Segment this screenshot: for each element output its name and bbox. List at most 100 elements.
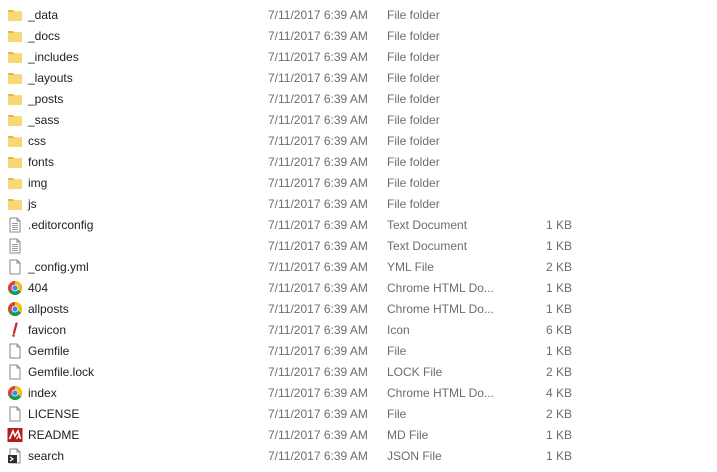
file-row[interactable]: allposts 7/11/2017 6:39 AM Chrome HTML Do.… — [0, 299, 717, 320]
file-size: 2 KB — [545, 407, 572, 421]
file-type: File folder — [387, 8, 440, 22]
file-row[interactable]: js 7/11/2017 6:39 AM File folder — [0, 194, 717, 215]
folder-icon — [7, 70, 23, 86]
folder-icon — [7, 7, 23, 23]
file-name: _sass — [28, 113, 60, 127]
file-date-modified: 7/11/2017 6:39 AM — [268, 323, 368, 337]
file-date-modified: 7/11/2017 6:39 AM — [268, 176, 368, 190]
file-type: YML File — [387, 260, 434, 274]
folder-icon — [7, 91, 23, 107]
file-name: img — [28, 176, 48, 190]
folder-icon — [7, 175, 23, 191]
file-type: MD File — [387, 428, 429, 442]
file-name: LICENSE — [28, 407, 80, 421]
file-row[interactable]: _data 7/11/2017 6:39 AM File folder — [0, 5, 717, 26]
file-date-modified: 7/11/2017 6:39 AM — [268, 155, 368, 169]
file-name: _data — [28, 8, 59, 22]
file-date-modified: 7/11/2017 6:39 AM — [268, 302, 368, 316]
file-row[interactable]: index 7/11/2017 6:39 AM Chrome HTML Do... 4… — [0, 383, 717, 404]
file-name: README — [28, 428, 80, 442]
folder-icon — [7, 196, 23, 212]
file-name: 404 — [28, 281, 49, 295]
file-size: 1 KB — [545, 218, 572, 232]
file-type: File folder — [387, 197, 440, 211]
file-type: File folder — [387, 113, 440, 127]
text-document-icon — [7, 217, 23, 233]
json-file-icon — [7, 448, 23, 464]
folder-icon — [7, 133, 23, 149]
file-name: _docs — [28, 29, 61, 43]
file-size: 2 KB — [545, 365, 572, 379]
file-date-modified: 7/11/2017 6:39 AM — [268, 218, 368, 232]
file-row[interactable]: _docs 7/11/2017 6:39 AM File folder — [0, 26, 717, 47]
chrome-icon — [7, 301, 23, 317]
file-row[interactable]: 7/11/2017 6:39 AM Text Document 1 KB — [0, 236, 717, 257]
folder-icon — [7, 112, 23, 128]
file-row[interactable]: favicon 7/11/2017 6:39 AM Icon 6 KB — [0, 320, 717, 341]
blank-file-icon — [7, 364, 23, 380]
file-row[interactable]: Gemfile.lock 7/11/2017 6:39 AM LOCK File 2 … — [0, 362, 717, 383]
file-row[interactable]: _includes 7/11/2017 6:39 AM File folder — [0, 47, 717, 68]
file-row[interactable]: img 7/11/2017 6:39 AM File folder — [0, 173, 717, 194]
file-size: 1 KB — [545, 239, 572, 253]
file-type: Chrome HTML Do... — [387, 281, 494, 295]
file-row[interactable]: README 7/11/2017 6:39 AM MD File 1 KB — [0, 425, 717, 446]
file-row[interactable]: _sass 7/11/2017 6:39 AM File folder — [0, 110, 717, 131]
file-name: favicon — [28, 323, 67, 337]
file-type: Chrome HTML Do... — [387, 302, 494, 316]
file-name: js — [28, 197, 37, 211]
file-size: 1 KB — [545, 344, 572, 358]
file-row[interactable]: fonts 7/11/2017 6:39 AM File folder — [0, 152, 717, 173]
file-name: _layouts — [28, 71, 73, 85]
file-type: File folder — [387, 29, 440, 43]
file-date-modified: 7/11/2017 6:39 AM — [268, 8, 368, 22]
file-date-modified: 7/11/2017 6:39 AM — [268, 386, 368, 400]
file-date-modified: 7/11/2017 6:39 AM — [268, 197, 368, 211]
file-size: 1 KB — [545, 302, 572, 316]
file-list: _data 7/11/2017 6:39 AM File folder _docs 7… — [0, 0, 717, 472]
file-type: JSON File — [387, 449, 442, 463]
file-row[interactable]: .editorconfig 7/11/2017 6:39 AM Text Docum… — [0, 215, 717, 236]
file-size: 1 KB — [545, 449, 572, 463]
file-row[interactable]: _posts 7/11/2017 6:39 AM File folder — [0, 89, 717, 110]
file-row[interactable]: LICENSE 7/11/2017 6:39 AM File 2 KB — [0, 404, 717, 425]
file-name: Gemfile.lock — [28, 365, 95, 379]
markdown-icon — [7, 427, 23, 443]
file-name: allposts — [28, 302, 69, 316]
file-type: File — [387, 407, 407, 421]
file-date-modified: 7/11/2017 6:39 AM — [268, 50, 368, 64]
folder-icon — [7, 49, 23, 65]
file-row[interactable]: _config.yml 7/11/2017 6:39 AM YML File 2 KB — [0, 257, 717, 278]
file-size: 2 KB — [545, 260, 572, 274]
chrome-icon — [7, 385, 23, 401]
file-size: 6 KB — [545, 323, 572, 337]
file-row[interactable]: css 7/11/2017 6:39 AM File folder — [0, 131, 717, 152]
blank-file-icon — [7, 343, 23, 359]
chrome-icon — [7, 280, 23, 296]
file-date-modified: 7/11/2017 6:39 AM — [268, 344, 368, 358]
file-type: File folder — [387, 134, 440, 148]
file-type: Icon — [387, 323, 410, 337]
file-size: 1 KB — [545, 281, 572, 295]
file-name: _config.yml — [28, 260, 89, 274]
file-row[interactable]: 404 7/11/2017 6:39 AM Chrome HTML Do... 1 K… — [0, 278, 717, 299]
file-row[interactable]: Gemfile 7/11/2017 6:39 AM File 1 KB — [0, 341, 717, 362]
file-date-modified: 7/11/2017 6:39 AM — [268, 407, 368, 421]
file-date-modified: 7/11/2017 6:39 AM — [268, 113, 368, 127]
file-type: LOCK File — [387, 365, 443, 379]
file-date-modified: 7/11/2017 6:39 AM — [268, 365, 368, 379]
file-size: 4 KB — [545, 386, 572, 400]
file-date-modified: 7/11/2017 6:39 AM — [268, 260, 368, 274]
file-type: File folder — [387, 92, 440, 106]
file-date-modified: 7/11/2017 6:39 AM — [268, 92, 368, 106]
folder-icon — [7, 154, 23, 170]
text-document-icon — [7, 238, 23, 254]
file-name: index — [28, 386, 57, 400]
file-row[interactable]: _layouts 7/11/2017 6:39 AM File folder — [0, 68, 717, 89]
file-date-modified: 7/11/2017 6:39 AM — [268, 281, 368, 295]
file-name: css — [28, 134, 46, 148]
file-type: Text Document — [387, 218, 468, 232]
file-row[interactable]: search 7/11/2017 6:39 AM JSON File 1 KB — [0, 446, 717, 467]
file-date-modified: 7/11/2017 6:39 AM — [268, 29, 368, 43]
folder-icon — [7, 28, 23, 44]
